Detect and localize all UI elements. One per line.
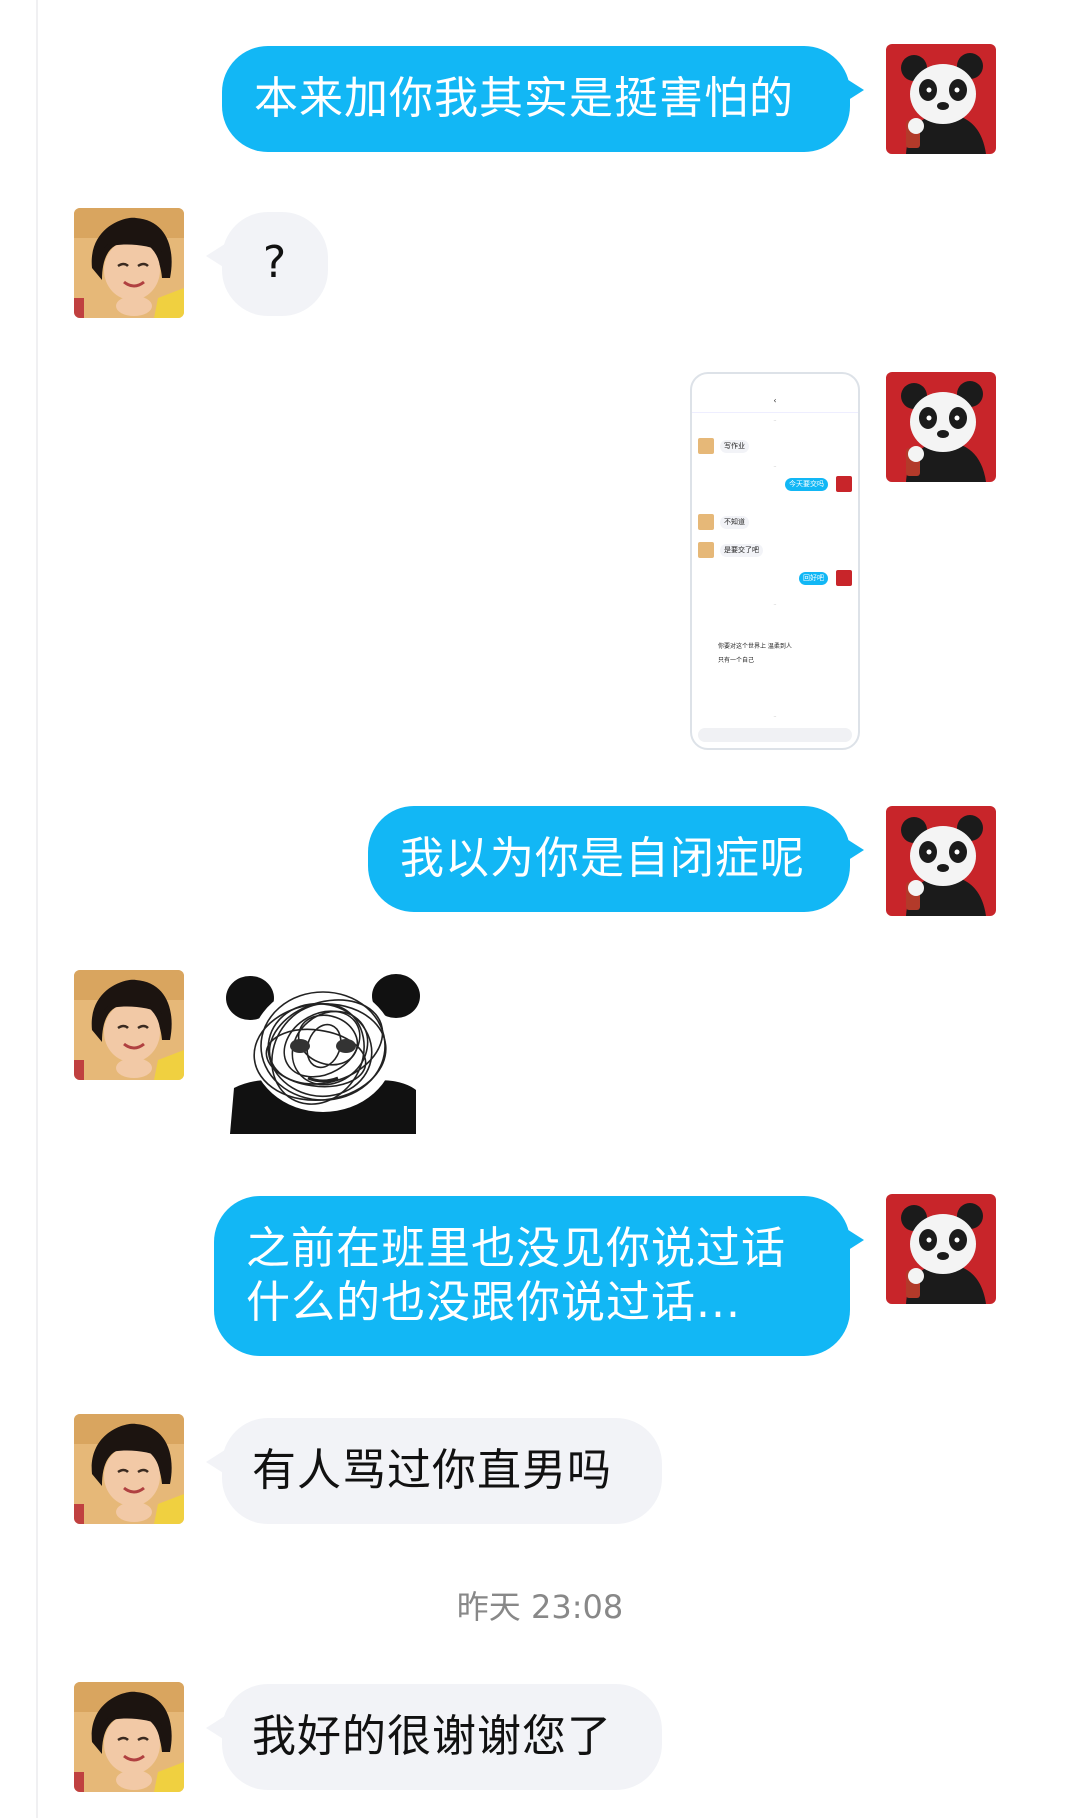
girl-avatar-icon <box>74 1682 184 1792</box>
avatar-panda[interactable] <box>886 806 996 916</box>
embedded-message: 回好吧 <box>799 572 828 585</box>
message-bubble-outgoing[interactable]: 我以为你是自闭症呢 <box>368 806 864 912</box>
panda-avatar-icon <box>886 372 996 482</box>
chat-left-edge <box>36 0 38 1818</box>
message-text: 本来加你我其实是挺害怕的 <box>254 73 794 124</box>
message-bubble-incoming[interactable]: ? <box>206 212 328 316</box>
sticker-scribble-panda[interactable] <box>220 970 426 1134</box>
embedded-avatar-girl <box>698 438 714 454</box>
message-text: 我以为你是自闭症呢 <box>400 833 805 884</box>
embedded-header: ‹ <box>692 390 858 413</box>
girl-avatar-icon <box>74 970 184 1080</box>
avatar-panda[interactable] <box>886 372 996 482</box>
avatar-girl[interactable] <box>74 970 184 1080</box>
girl-avatar-icon <box>74 208 184 318</box>
embedded-time: ·· <box>773 418 777 424</box>
avatar-girl[interactable] <box>74 208 184 318</box>
embedded-avatar-girl <box>698 514 714 530</box>
embedded-status-bar <box>700 380 850 388</box>
embedded-message: 是要交了吧 <box>720 544 763 557</box>
embedded-message: 不知道 <box>720 516 749 529</box>
embedded-message: 只有一个自己 <box>714 654 759 667</box>
message-timestamp: 昨天 23:08 <box>456 1588 624 1626</box>
embedded-avatar-panda <box>836 570 852 586</box>
embedded-message: 你要对这个世界上 温柔到人 <box>714 640 796 653</box>
message-text: 之前在班里也没见你说过话 什么的也没跟你说过话... <box>246 1223 786 1328</box>
scribbled-panda-sticker-icon <box>220 970 426 1134</box>
avatar-panda[interactable] <box>886 1194 996 1304</box>
panda-avatar-icon <box>886 806 996 916</box>
message-text: 我好的很谢谢您了 <box>252 1711 612 1762</box>
panda-avatar-icon <box>886 44 996 154</box>
embedded-notice: ·· <box>773 602 777 608</box>
message-text: ? <box>262 237 288 288</box>
message-bubble-incoming[interactable]: 我好的很谢谢您了 <box>206 1684 662 1790</box>
girl-avatar-icon <box>74 1414 184 1524</box>
embedded-time: ·· <box>773 464 777 470</box>
embedded-message: 今天要交吗 <box>785 478 828 491</box>
avatar-girl[interactable] <box>74 1682 184 1792</box>
message-bubble-incoming[interactable]: 有人骂过你直男吗 <box>206 1418 662 1524</box>
embedded-avatar-panda <box>836 476 852 492</box>
message-text: 有人骂过你直男吗 <box>252 1445 612 1496</box>
image-message-screenshot[interactable]: ‹ ·· 写作业 ·· 今天要交吗 不知道 是要交了吧 回好吧 ·· 你要对这个… <box>690 372 860 750</box>
embedded-avatar-girl <box>698 542 714 558</box>
avatar-panda[interactable] <box>886 44 996 154</box>
embedded-input-bar <box>698 728 852 742</box>
message-bubble-outgoing[interactable]: 本来加你我其实是挺害怕的 <box>222 46 864 152</box>
embedded-time: ·· <box>773 714 777 720</box>
embedded-message: 写作业 <box>720 440 749 453</box>
message-bubble-outgoing[interactable]: 之前在班里也没见你说过话 什么的也没跟你说过话... <box>214 1196 864 1356</box>
avatar-girl[interactable] <box>74 1414 184 1524</box>
panda-avatar-icon <box>886 1194 996 1304</box>
